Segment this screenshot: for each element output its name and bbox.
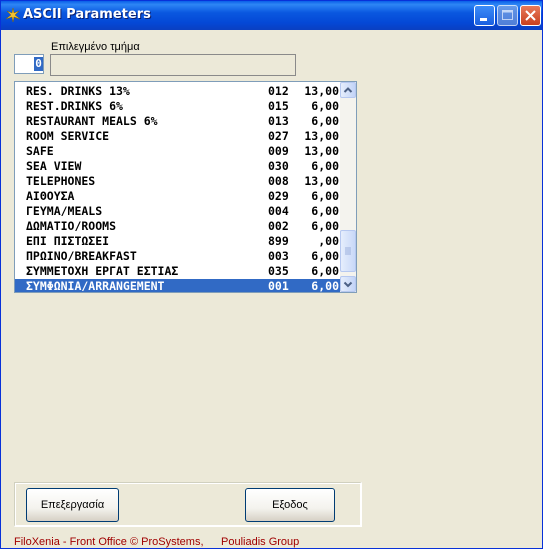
list-item-name: ROOM SERVICE (26, 129, 110, 143)
footer-company: Pouliadis Group (221, 536, 300, 548)
list-item-name: REST.DRINKS 6% (26, 99, 123, 113)
list-item-code: 030 (268, 159, 289, 173)
list-item-rate: 6,00 (311, 159, 339, 173)
list-item-code: 012 (268, 84, 289, 98)
list-item-name: ΔΩΜΑΤΙΟ/ROOMS (26, 219, 117, 233)
close-button[interactable] (520, 5, 541, 26)
list-item-name: TELEPHONES (26, 174, 96, 188)
list-item[interactable]: ΠΡΩΙΝΟ/BREAKFAST 003 6,00 (15, 249, 340, 264)
list-item-rate: 13,00 (304, 84, 339, 98)
department-name-field (50, 54, 296, 76)
list-item[interactable]: ΣΥΜΜΕΤΟΧΗ ΕΡΓΑΤ ΕΣΤΙΑΣ 035 6,00 (15, 264, 340, 279)
list-item-rate: 6,00 (311, 279, 339, 293)
list-item[interactable]: RESTAURANT MEALS 6% 013 6,00 (15, 114, 340, 129)
list-item-name: ΣΥΜΦΩΝΙΑ/ARRANGEMENT (26, 279, 165, 293)
list-item-name: ΣΥΜΜΕΤΟΧΗ ΕΡΓΑΤ ΕΣΤΙΑΣ (26, 264, 179, 278)
list-item[interactable]: ΔΩΜΑΤΙΟ/ROOMS 002 6,00 (15, 219, 340, 234)
list-item-code: 009 (268, 144, 289, 158)
list-item-name: SAFE (26, 144, 54, 158)
ascii-parameters-window: ASCII Parameters Επιλεγμένο τμήμα 0 RES.… (0, 0, 543, 549)
minimize-button[interactable] (474, 5, 495, 26)
list-item-rate: 6,00 (311, 189, 339, 203)
scroll-up-button[interactable] (340, 82, 356, 98)
list-item-rate: 6,00 (311, 114, 339, 128)
list-item-code: 004 (268, 204, 289, 218)
list-item[interactable]: REST.DRINKS 6% 015 6,00 (15, 99, 340, 114)
exit-button[interactable]: Εξοδος (245, 488, 335, 522)
list-item-code: 003 (268, 249, 289, 263)
list-item-rate: 6,00 (311, 219, 339, 233)
close-icon (525, 10, 536, 21)
list-item-name: RESTAURANT MEALS 6% (26, 114, 158, 128)
footer-product: FiloXenia - Front Office (14, 536, 127, 548)
list-item-code: 029 (268, 189, 289, 203)
list-item-code: 002 (268, 219, 289, 233)
list-item-rate: 13,00 (304, 129, 339, 143)
list-item-rate: 6,00 (311, 204, 339, 218)
list-item-rate: 13,00 (304, 174, 339, 188)
list-item-rate: 6,00 (311, 264, 339, 278)
list-item-name: RES. DRINKS 13% (26, 84, 130, 98)
scroll-down-button[interactable] (340, 276, 356, 292)
list-item-rate: 13,00 (304, 144, 339, 158)
list-item-code: 001 (268, 279, 289, 293)
list-item[interactable]: ROOM SERVICE 027 13,00 (15, 129, 340, 144)
maximize-button (497, 5, 518, 26)
list-item-code: 013 (268, 114, 289, 128)
selected-department-label: Επιλεγμένο τμήμα (51, 41, 140, 53)
list-item-code: 008 (268, 174, 289, 188)
list-item[interactable]: ΣΥΜΦΩΝΙΑ/ARRANGEMENT 001 6,00 (15, 279, 340, 293)
list-item[interactable]: ΑΙΘΟΥΣΑ 029 6,00 (15, 189, 340, 204)
title-bar[interactable]: ASCII Parameters (1, 1, 542, 30)
chevron-down-icon (343, 281, 353, 288)
list-item-name: ΑΙΘΟΥΣΑ (26, 189, 75, 203)
chevron-up-icon (343, 87, 353, 93)
list-item-rate: 6,00 (311, 99, 339, 113)
list-item-name: ΓΕΥΜΑ/MEALS (26, 204, 103, 218)
window-title: ASCII Parameters (23, 7, 151, 22)
list-item[interactable]: TELEPHONES 008 13,00 (15, 174, 340, 189)
list-item-rate: 6,00 (311, 249, 339, 263)
department-code-input[interactable]: 0 (14, 54, 44, 74)
list-item[interactable]: ΕΠΙ ΠΙΣΤΩΣΕΙ 899 ,00 (15, 234, 340, 249)
list-item-name: ΠΡΩΙΝΟ/BREAKFAST (26, 249, 137, 263)
scroll-thumb[interactable] (340, 230, 356, 272)
list-item[interactable]: SEA VIEW 030 6,00 (15, 159, 340, 174)
list-item-code: 899 (268, 234, 289, 248)
list-item[interactable]: ΓΕΥΜΑ/MEALS 004 6,00 (15, 204, 340, 219)
list-item[interactable]: SAFE 009 13,00 (15, 144, 340, 159)
footer-copyright: © ProSystems, (130, 536, 204, 548)
list-item-code: 015 (268, 99, 289, 113)
list-item-rate: ,00 (318, 234, 339, 248)
xenia-logo-icon (5, 7, 21, 23)
vertical-scrollbar[interactable] (340, 82, 356, 292)
list-item-name: ΕΠΙ ΠΙΣΤΩΣΕΙ (26, 234, 110, 248)
list-item[interactable]: RES. DRINKS 13% 012 13,00 (15, 84, 340, 99)
list-item-code: 035 (268, 264, 289, 278)
maximize-icon (502, 10, 513, 20)
tax-code-list[interactable]: RES. DRINKS 13% 012 13,00 REST.DRINKS 6% 015… (14, 81, 357, 293)
list-item-name: SEA VIEW (26, 159, 82, 173)
minimize-icon (480, 18, 487, 21)
department-code-value: 0 (34, 57, 43, 71)
list-item-code: 027 (268, 129, 289, 143)
edit-button[interactable]: Επεξεργασία (26, 488, 119, 522)
